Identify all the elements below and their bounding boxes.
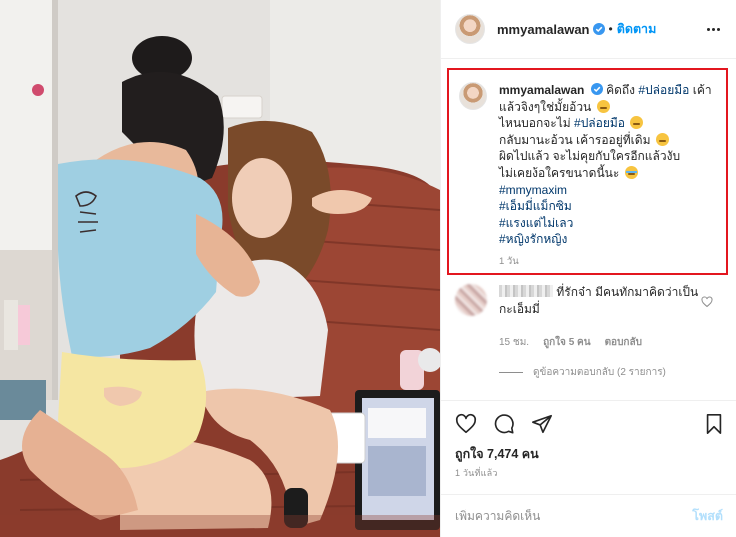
comment-meta: 15 ชม. ถูกใจ 5 คน ตอบกลับ [499, 335, 642, 350]
caption-line-5: ไม่เคยง้อใครขนาดนี้นะ [499, 165, 620, 180]
author-avatar[interactable] [455, 14, 485, 44]
post-photo[interactable] [0, 0, 440, 537]
hashtag-link[interactable]: #ปล่อยมือ [574, 116, 625, 130]
likes-count[interactable]: ถูกใจ 7,474 คน [455, 444, 539, 464]
comment-bubble-icon[interactable] [493, 413, 515, 435]
caption-line-3: กลับมานะอ้วน เค้ารออยู่ที่เดิม [499, 132, 651, 147]
post-side-panel: mmyamalawan • ติดตาม mmyamalawan คิดถึง … [440, 0, 736, 537]
post-header: mmyamalawan • ติดตาม [441, 0, 736, 59]
hashtag-link[interactable]: #หญิงรักหญิง [499, 232, 567, 246]
add-comment-bar: โพสต์ [441, 494, 736, 537]
caption-line-4: ผิดไปแล้ว จะไม่คุยกับใครอีกแล้วงับ [499, 149, 681, 164]
more-options-icon[interactable] [704, 27, 722, 31]
caption-text: mmyamalawan คิดถึง #ปล่อยมือ เค้าแล้วจิง… [499, 82, 721, 248]
post-image [0, 0, 440, 537]
disappointed-emoji-icon [630, 116, 644, 130]
instagram-post: mmyamalawan • ติดตาม mmyamalawan คิดถึง … [0, 0, 736, 537]
verified-badge-icon [590, 83, 603, 95]
comment-likes[interactable]: ถูกใจ 5 คน [543, 335, 591, 350]
hashtag-link[interactable]: #แรงแต่ไม่เลว [499, 216, 573, 230]
verified-badge-icon [592, 23, 605, 35]
caption-line-2: ไหนบอกจะไม่ [499, 116, 571, 131]
hashtag-link[interactable]: #mmymaxim [499, 183, 567, 197]
author-username[interactable]: mmyamalawan [497, 22, 590, 37]
post-comment-button[interactable]: โพสต์ [692, 506, 723, 526]
hashtag-link[interactable]: #เอ็มมี่แม็กซิม [499, 199, 572, 213]
bookmark-icon[interactable] [703, 413, 725, 435]
crying-emoji-icon [624, 165, 638, 179]
comment-like-heart-icon[interactable] [701, 296, 713, 308]
caption-avatar[interactable] [459, 82, 487, 110]
comment-item: ที่รักจ๋า มีคนทักมาคิดว่าเป็นกะเอ็มมี่ [455, 284, 725, 318]
hashtag-link[interactable]: #ปล่อยมือ [638, 83, 689, 97]
disappointed-emoji-icon [596, 99, 610, 113]
view-replies-button[interactable]: ดูข้อความตอบกลับ (2 รายการ) [499, 365, 666, 380]
comment-body: ที่รักจ๋า มีคนทักมาคิดว่าเป็นกะเอ็มมี่ [499, 284, 711, 318]
replies-divider [499, 372, 523, 373]
commenter-username-blurred[interactable] [499, 285, 553, 297]
comment-input[interactable] [455, 509, 693, 523]
caption-username[interactable]: mmyamalawan [499, 83, 584, 97]
caption-line-1: คิดถึง [606, 83, 636, 97]
paper-plane-icon[interactable] [531, 413, 553, 435]
heart-icon[interactable] [455, 413, 477, 435]
follow-button[interactable]: ติดตาม [617, 19, 657, 39]
comment-time[interactable]: 15 ชม. [499, 335, 529, 350]
disappointed-emoji-icon [655, 132, 669, 146]
reply-button[interactable]: ตอบกลับ [605, 335, 642, 350]
caption-timestamp[interactable]: 1 วัน [499, 254, 519, 269]
post-caption: mmyamalawan คิดถึง #ปล่อยมือ เค้าแล้วจิง… [459, 82, 721, 248]
header-separator: • [608, 22, 613, 36]
view-replies-label: ดูข้อความตอบกลับ (2 รายการ) [533, 367, 666, 378]
commenter-avatar[interactable] [455, 284, 487, 316]
post-timestamp[interactable]: 1 วันที่แล้ว [455, 466, 498, 480]
